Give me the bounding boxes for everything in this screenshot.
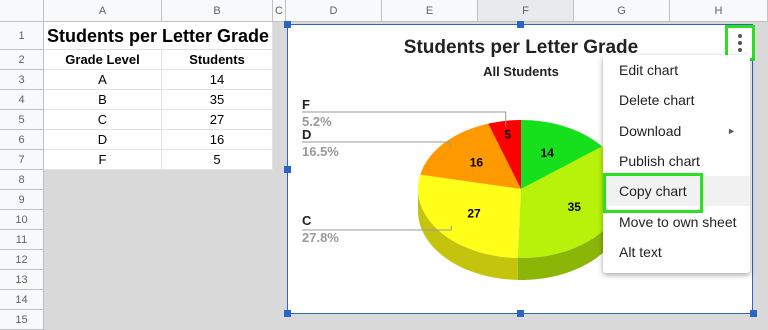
students-cell[interactable]: 5 — [162, 150, 273, 170]
column-header-g[interactable]: G — [574, 0, 670, 22]
column-header-f[interactable]: F — [478, 0, 574, 22]
students-cell[interactable]: 16 — [162, 130, 273, 150]
column-header-c[interactable]: C — [273, 0, 286, 22]
chart-context-menu: Edit chart Delete chart Download ► Publi… — [603, 55, 750, 273]
column-header-d[interactable]: D — [286, 0, 382, 22]
resize-handle-left[interactable] — [284, 166, 291, 173]
resize-handle-bottom-right[interactable] — [750, 310, 757, 317]
row-header-3[interactable]: 3 — [0, 70, 44, 90]
legend-label-f: F — [302, 97, 310, 112]
row-header-9[interactable]: 9 — [0, 190, 44, 210]
leader-line-f — [302, 111, 507, 127]
legend-pct-c: 27.8% — [302, 230, 339, 245]
students-cell[interactable]: 35 — [162, 90, 273, 110]
students-cell[interactable]: 27 — [162, 110, 273, 130]
students-cell[interactable]: 14 — [162, 70, 273, 90]
menu-item-download-label: Download — [619, 123, 682, 139]
pie-value-d: 16 — [470, 155, 484, 169]
column-header-e[interactable]: E — [382, 0, 478, 22]
submenu-arrow-icon: ► — [727, 126, 736, 136]
grade-cell[interactable]: C — [44, 110, 162, 130]
grade-cell[interactable]: A — [44, 70, 162, 90]
row-header-12[interactable]: 12 — [0, 250, 44, 270]
row-header-8[interactable]: 8 — [0, 170, 44, 190]
menu-item-delete-chart[interactable]: Delete chart — [603, 85, 750, 115]
resize-handle-top-left[interactable] — [284, 21, 291, 28]
pie-value-c: 27 — [467, 207, 481, 221]
legend-pct-d: 16.5% — [302, 144, 339, 159]
header-cell-students[interactable]: Students — [162, 50, 273, 70]
menu-item-download[interactable]: Download ► — [603, 116, 750, 146]
pie-value-f: 5 — [504, 128, 511, 142]
resize-handle-bottom[interactable] — [517, 310, 524, 317]
column-header-b[interactable]: B — [162, 0, 273, 22]
grade-cell[interactable]: F — [44, 150, 162, 170]
row-header-14[interactable]: 14 — [0, 290, 44, 310]
copy-chart-highlight — [603, 173, 703, 213]
row-header-11[interactable]: 11 — [0, 230, 44, 250]
row-header-7[interactable]: 7 — [0, 150, 44, 170]
column-header-a[interactable]: A — [44, 0, 162, 22]
row-header-1[interactable]: 1 — [0, 22, 44, 50]
pie-value-a: 14 — [541, 146, 555, 160]
row-header-15[interactable]: 15 — [0, 310, 44, 330]
grade-cell[interactable]: D — [44, 130, 162, 150]
row-header-10[interactable]: 10 — [0, 210, 44, 230]
select-all-corner[interactable] — [0, 0, 44, 22]
resize-handle-bottom-left[interactable] — [284, 310, 291, 317]
legend-label-c: C — [302, 213, 312, 228]
menu-item-edit-chart[interactable]: Edit chart — [603, 55, 750, 85]
header-cell-grade-level[interactable]: Grade Level — [44, 50, 162, 70]
legend-label-d: D — [302, 127, 312, 142]
column-header-h[interactable]: H — [670, 0, 768, 22]
menu-item-publish-chart[interactable]: Publish chart — [603, 146, 750, 176]
grade-cell[interactable]: B — [44, 90, 162, 110]
row-header-5[interactable]: 5 — [0, 110, 44, 130]
row-header-2[interactable]: 2 — [0, 50, 44, 70]
table-title-cell[interactable]: Students per Letter Grade — [44, 22, 273, 50]
row-header-4[interactable]: 4 — [0, 90, 44, 110]
resize-handle-top[interactable] — [517, 21, 524, 28]
pie-value-b: 35 — [568, 200, 582, 214]
menu-item-alt-text[interactable]: Alt text — [603, 237, 750, 267]
row-header-6[interactable]: 6 — [0, 130, 44, 150]
row-header-13[interactable]: 13 — [0, 270, 44, 290]
